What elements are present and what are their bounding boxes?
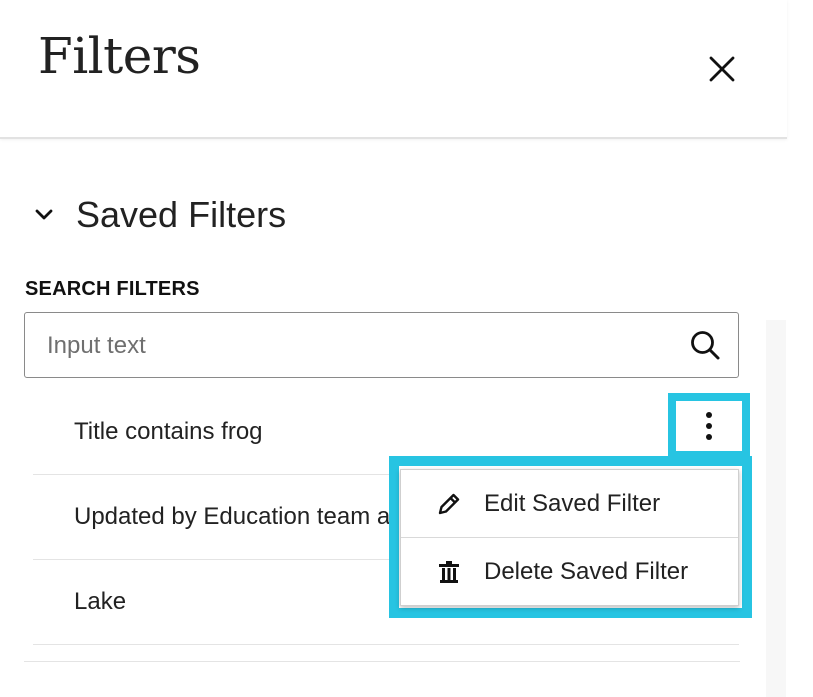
edit-saved-filter-button[interactable]: Edit Saved Filter	[401, 470, 738, 537]
close-icon	[709, 56, 735, 82]
context-menu: Edit Saved Filter Delete Saved Filter	[400, 469, 739, 606]
search-filters-label: SEARCH FILTERS	[25, 278, 200, 300]
search-input[interactable]	[45, 313, 669, 379]
page-title: Filters	[38, 27, 201, 85]
saved-filter-label: Updated by Education team a	[74, 503, 391, 530]
search-box	[24, 312, 739, 379]
filters-header: Filters	[0, 0, 787, 139]
divider	[24, 661, 740, 662]
kebab-menu-icon	[706, 412, 712, 440]
saved-filter-label: Lake	[74, 588, 127, 615]
search-icon[interactable]	[688, 328, 722, 362]
trash-icon	[434, 557, 464, 587]
kebab-menu-button[interactable]	[668, 393, 750, 459]
saved-filter-label: Title contains frog	[74, 418, 263, 445]
menu-item-label: Edit Saved Filter	[484, 489, 661, 517]
close-button[interactable]	[700, 47, 744, 91]
pencil-icon	[434, 489, 464, 519]
saved-filters-toggle[interactable]: Saved Filters	[30, 190, 286, 240]
section-title: Saved Filters	[76, 194, 287, 235]
menu-item-label: Delete Saved Filter	[484, 557, 689, 585]
chevron-down-icon	[30, 201, 58, 229]
delete-saved-filter-button[interactable]: Delete Saved Filter	[401, 537, 738, 605]
scroll-track[interactable]	[766, 320, 786, 697]
